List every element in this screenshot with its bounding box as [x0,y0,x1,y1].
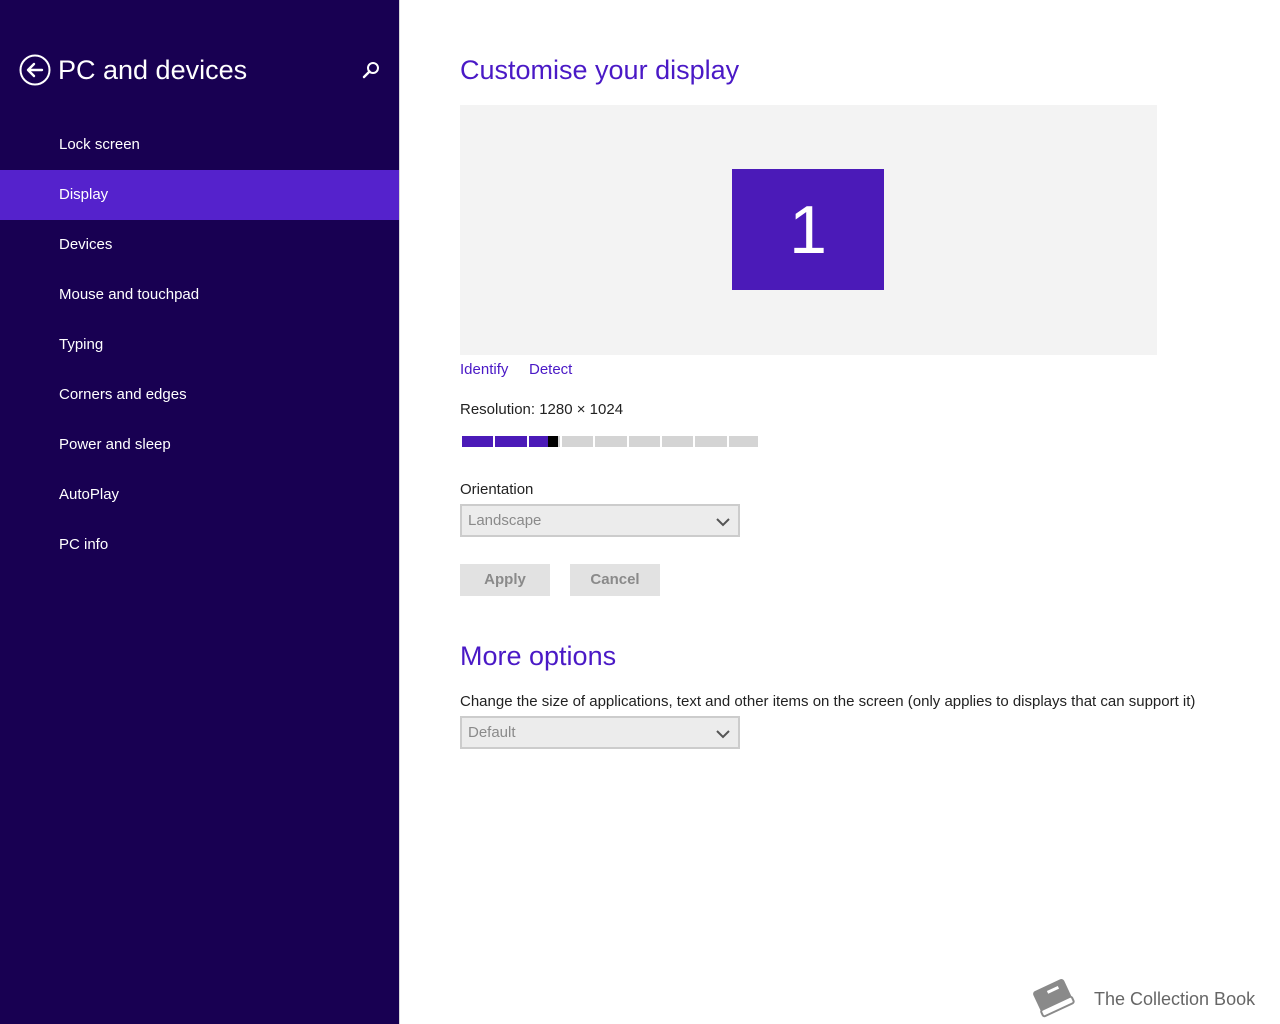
sidebar-item-devices[interactable]: Devices [0,220,399,270]
sidebar: PC and devices Lock screen Display Devic… [0,0,399,1024]
watermark: The Collection Book [1028,975,1255,1023]
cancel-button[interactable]: Cancel [570,564,660,596]
slider-tick [627,436,629,447]
slider-tick [493,436,495,447]
sidebar-item-mouse-and-touchpad[interactable]: Mouse and touchpad [0,270,399,320]
sidebar-item-typing[interactable]: Typing [0,320,399,370]
chevron-down-icon [716,515,730,527]
size-description: Change the size of applications, text an… [460,693,1196,710]
sidebar-item-pc-info[interactable]: PC info [0,520,399,570]
more-options-heading: More options [460,641,617,671]
book-icon [1028,974,1078,1024]
monitor-tile[interactable]: 1 [732,169,884,290]
watermark-text: The Collection Book [1094,988,1256,1009]
slider-tick [727,436,729,447]
sidebar-item-display[interactable]: Display [0,170,399,220]
size-value: Default [468,724,516,741]
sidebar-item-autoplay[interactable]: AutoPlay [0,470,399,520]
sidebar-item-lock-screen[interactable]: Lock screen [0,120,399,170]
sidebar-title: PC and devices [58,55,248,85]
sidebar-item-corners-and-edges[interactable]: Corners and edges [0,370,399,420]
main-content: Customise your display 1 Identify Detect… [400,0,1280,1024]
sidebar-item-power-and-sleep[interactable]: Power and sleep [0,420,399,470]
orientation-dropdown[interactable]: Landscape [460,504,740,537]
display-preview: 1 [460,105,1157,355]
slider-fill [460,436,553,447]
apply-button[interactable]: Apply [460,564,550,596]
slider-tick [527,436,529,447]
resolution-slider[interactable] [460,436,760,447]
slider-tick [593,436,595,447]
slider-tick [560,436,562,447]
search-icon[interactable] [358,58,384,84]
resolution-label: Resolution: 1280 × 1024 [460,401,624,418]
slider-tick [693,436,695,447]
slider-tick [460,436,462,447]
slider-tick [660,436,662,447]
sidebar-nav: Lock screen Display Devices Mouse and to… [0,120,399,570]
orientation-label: Orientation [460,481,534,498]
back-arrow-icon[interactable] [19,54,51,86]
detect-link[interactable]: Detect [529,360,572,380]
slider-tick [758,436,760,447]
orientation-value: Landscape [468,512,542,529]
identify-link[interactable]: Identify [460,360,508,380]
settings-window: PC and devices Lock screen Display Devic… [0,0,1280,1024]
size-dropdown[interactable]: Default [460,716,740,749]
page-title: Customise your display [460,55,740,85]
slider-thumb[interactable] [548,436,558,447]
chevron-down-icon [716,727,730,739]
